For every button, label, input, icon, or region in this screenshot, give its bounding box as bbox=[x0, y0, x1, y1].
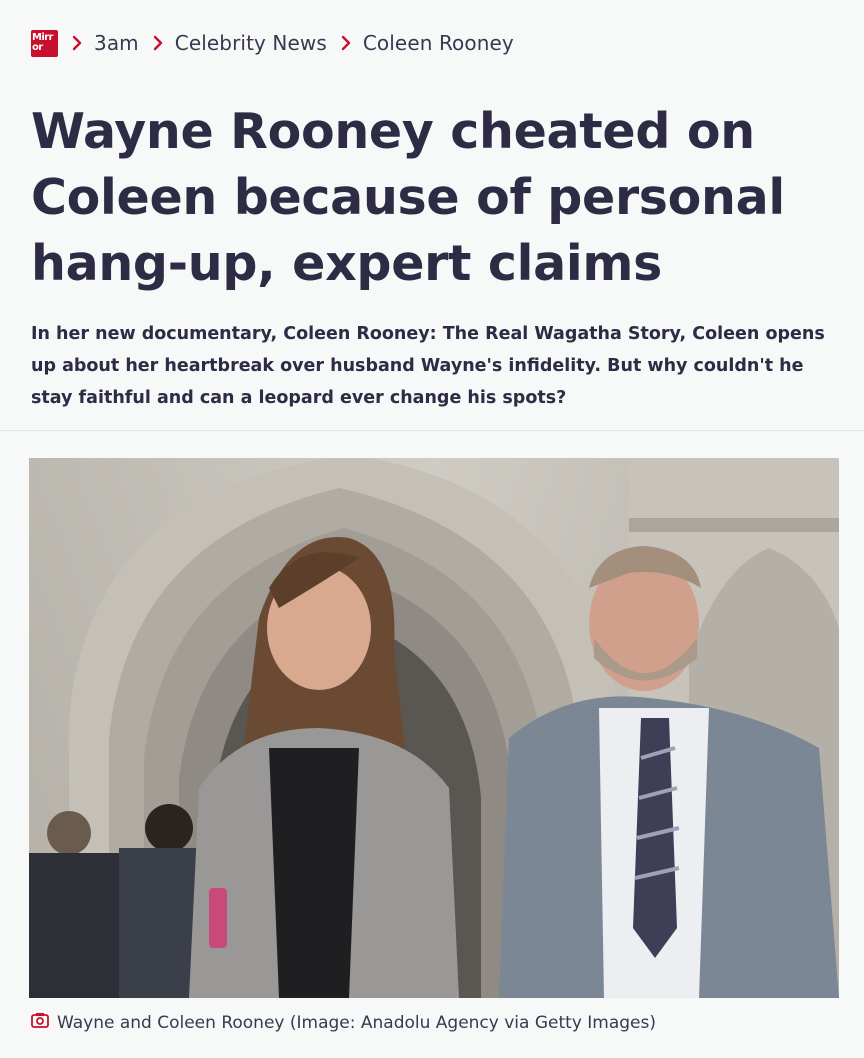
caption-text: Wayne and Coleen Rooney (Image: Anadolu … bbox=[57, 1012, 657, 1033]
logo-text-line2: or bbox=[32, 42, 43, 53]
page-title: Wayne Rooney cheated on Coleen because o… bbox=[31, 103, 785, 292]
chevron-right-icon bbox=[68, 34, 86, 52]
mirror-logo[interactable]: Mirr or bbox=[31, 29, 58, 57]
chevron-right-icon bbox=[149, 34, 167, 52]
breadcrumb-item-3am[interactable]: 3am bbox=[94, 31, 139, 55]
breadcrumb-item-celebrity-news[interactable]: Celebrity News bbox=[175, 31, 327, 55]
article-hero-image[interactable] bbox=[29, 458, 839, 998]
chevron-right-icon bbox=[337, 34, 355, 52]
image-caption: Wayne and Coleen Rooney (Image: Anadolu … bbox=[31, 1012, 656, 1033]
breadcrumb: Mirr or 3am Celebrity News Coleen Rooney bbox=[31, 28, 514, 58]
divider bbox=[0, 430, 864, 431]
standfirst: In her new documentary, Coleen Rooney: T… bbox=[31, 324, 825, 408]
breadcrumb-item-coleen-rooney[interactable]: Coleen Rooney bbox=[363, 31, 514, 55]
camera-icon bbox=[31, 1012, 49, 1033]
